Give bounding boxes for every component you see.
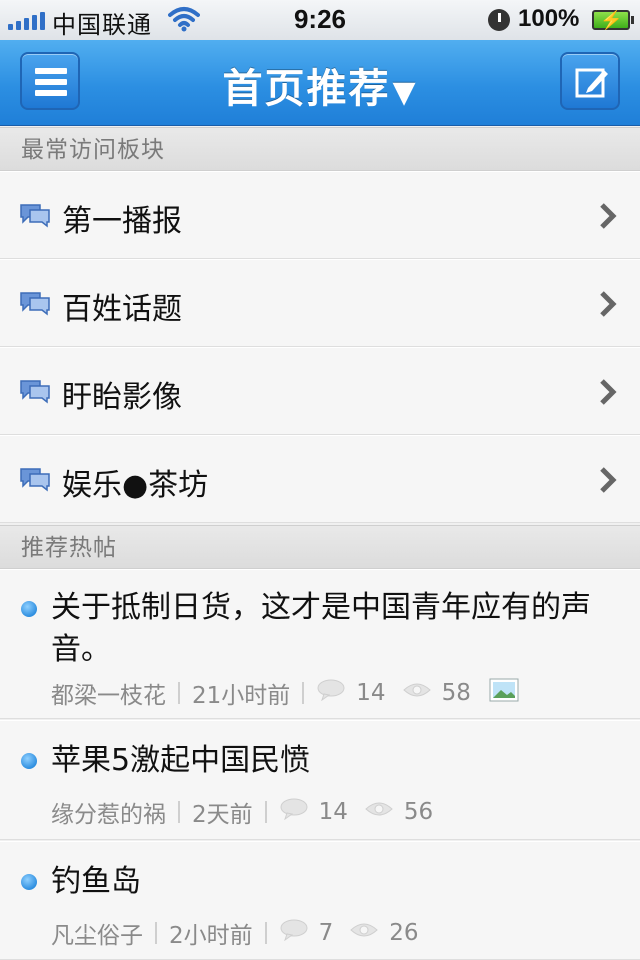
post-bullet-icon (21, 874, 37, 890)
post-title: 苹果5激起中国民愤 (51, 743, 311, 778)
post-item[interactable]: 钓鱼岛 凡尘俗子 2小时前 7 26 (0, 841, 640, 960)
eye-icon (402, 680, 432, 706)
alarm-icon (488, 9, 510, 31)
compose-icon (574, 64, 610, 104)
board-label: 盱眙影像 (62, 380, 182, 415)
chevron-right-icon (598, 290, 618, 322)
divider (178, 801, 180, 823)
divider (178, 682, 180, 704)
comment-icon (279, 919, 309, 947)
post-bullet-icon (21, 753, 37, 769)
post-meta: 都梁一枝花 21小时前 14 58 (51, 676, 519, 710)
board-row[interactable]: 盱眙影像 (0, 347, 640, 435)
board-row[interactable]: 百姓话题 (0, 259, 640, 347)
post-time: 21小时前 (192, 683, 291, 709)
board-label: 娱乐●茶坊 (62, 468, 209, 503)
view-count: 58 (441, 680, 471, 706)
image-icon (489, 678, 519, 708)
chat-icon (18, 202, 52, 232)
comment-icon (279, 798, 309, 826)
comment-icon (316, 679, 346, 707)
chevron-right-icon (598, 466, 618, 498)
chat-icon (18, 378, 52, 408)
divider (264, 801, 267, 823)
page-title-dropdown[interactable]: 首页推荐▼ (0, 56, 640, 114)
nav-bar: 首页推荐▼ (0, 40, 640, 126)
eye-icon (349, 920, 379, 946)
board-row[interactable]: 娱乐●茶坊 (0, 435, 640, 523)
post-item[interactable]: 苹果5激起中国民愤 缘分惹的祸 2天前 14 56 (0, 720, 640, 840)
post-meta: 缘分惹的祸 2天前 14 56 (51, 795, 449, 829)
post-title: 关于抵制日货，这才是中国青年应有的声音。 (51, 590, 591, 667)
divider (302, 682, 305, 704)
comment-count: 14 (356, 680, 386, 706)
board-label: 第一播报 (62, 204, 182, 239)
chevron-right-icon (598, 378, 618, 410)
compose-button[interactable] (560, 52, 620, 110)
post-title: 钓鱼岛 (51, 864, 141, 899)
page-title: 首页推荐 (222, 66, 391, 112)
section-header-frequent: 最常访问板块 (0, 127, 640, 171)
battery-percent: 100% (518, 5, 580, 32)
dropdown-arrow-icon: ▼ (392, 75, 418, 110)
post-time: 2天前 (192, 802, 253, 828)
post-author: 凡尘俗子 (51, 923, 143, 949)
comment-count: 14 (318, 799, 348, 825)
post-author: 缘分惹的祸 (51, 802, 166, 828)
post-time: 2小时前 (169, 923, 253, 949)
divider (155, 922, 157, 944)
eye-icon (364, 799, 394, 825)
post-item[interactable]: 关于抵制日货，这才是中国青年应有的声音。 都梁一枝花 21小时前 14 58 (0, 569, 640, 719)
section-header-hot: 推荐热帖 (0, 525, 640, 569)
post-author: 都梁一枝花 (51, 683, 166, 709)
chat-icon (18, 466, 52, 496)
view-count: 26 (389, 920, 419, 946)
board-label: 百姓话题 (62, 292, 182, 327)
post-meta: 凡尘俗子 2小时前 7 26 (51, 916, 435, 950)
comment-count: 7 (318, 920, 334, 946)
chat-icon (18, 290, 52, 320)
board-row[interactable]: 第一播报 (0, 171, 640, 259)
status-bar: 中国联通 9:26 100% ⚡ (0, 0, 640, 40)
post-bullet-icon (21, 601, 37, 617)
battery-icon: ⚡ (592, 10, 634, 30)
view-count: 56 (403, 799, 434, 825)
chevron-right-icon (598, 202, 618, 234)
divider (264, 922, 267, 944)
